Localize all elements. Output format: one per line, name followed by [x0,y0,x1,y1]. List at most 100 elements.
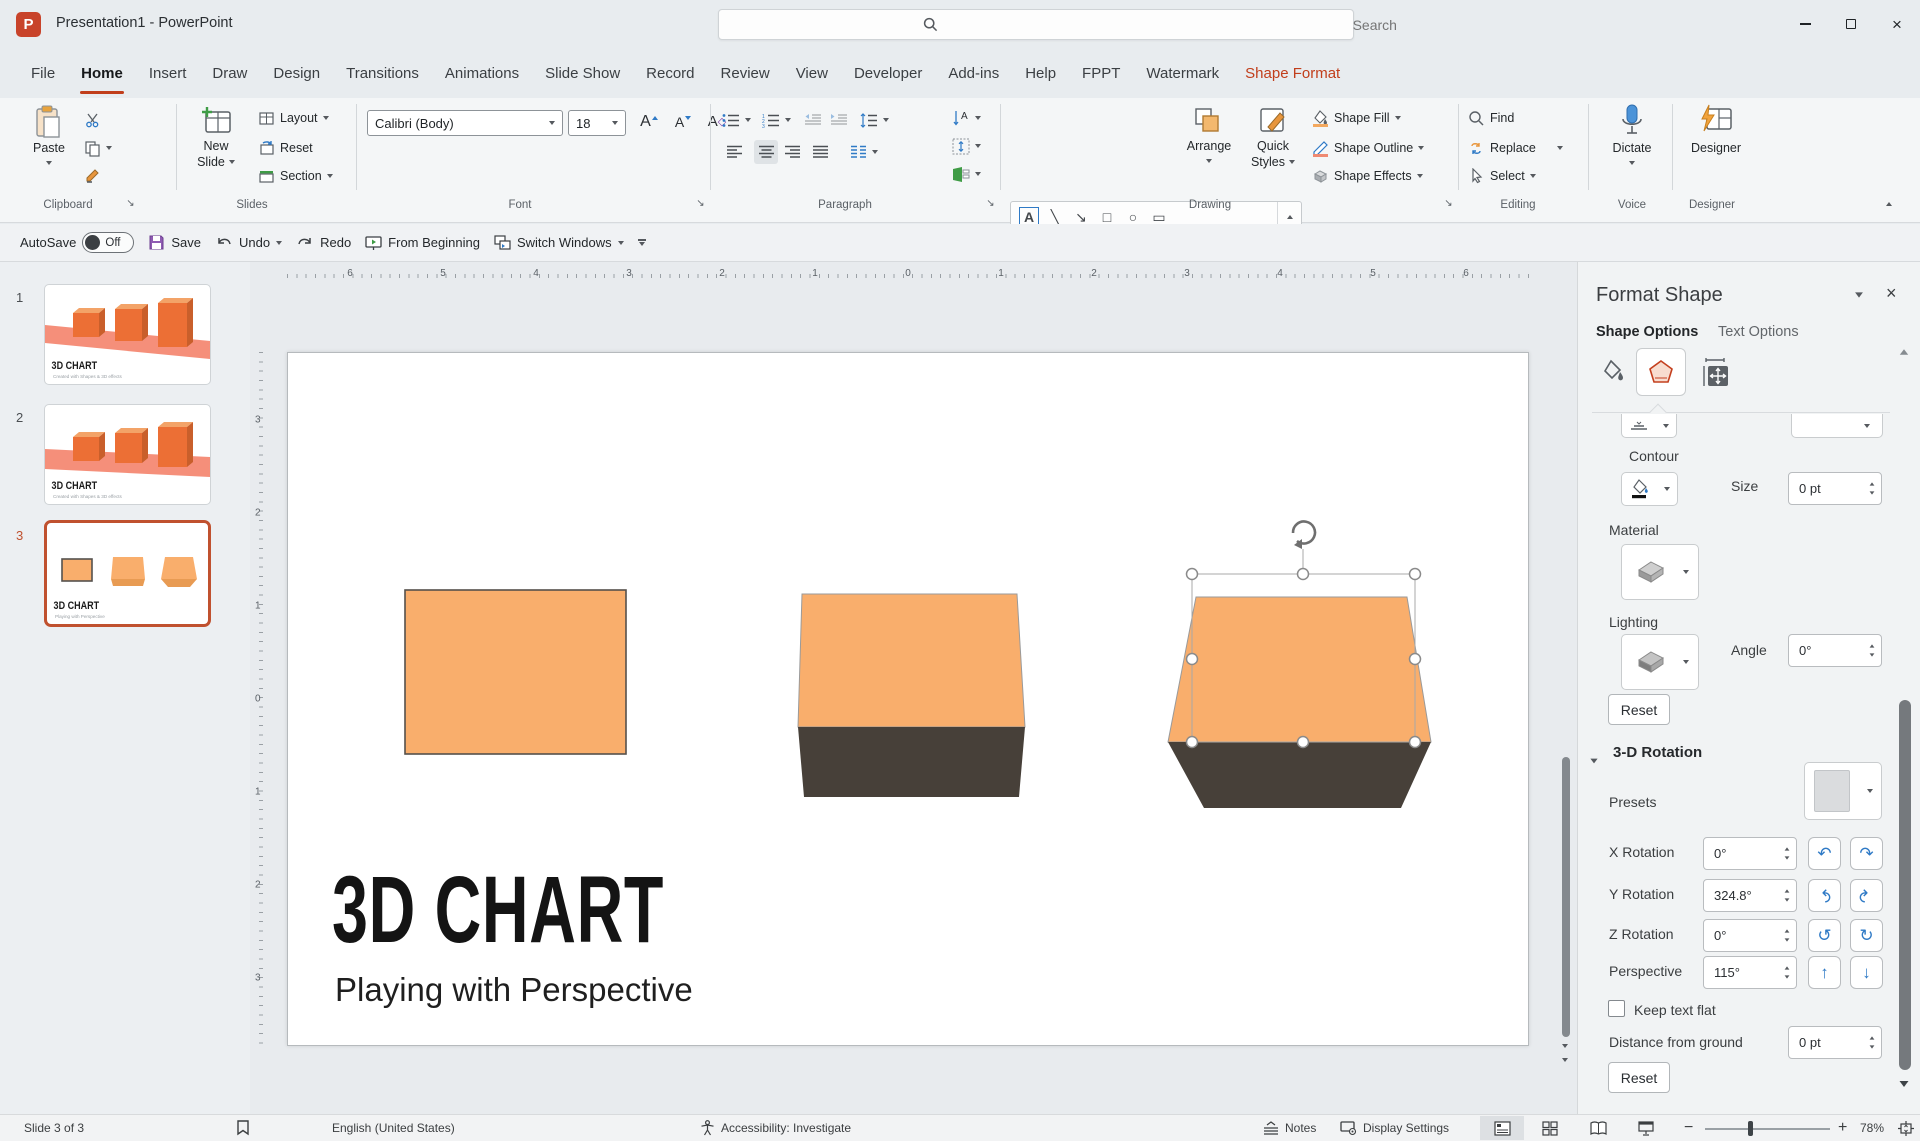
tab-design[interactable]: Design [260,48,333,98]
clipped-combo[interactable] [1791,414,1883,438]
find-button[interactable]: Find [1468,106,1514,130]
replace-button[interactable]: Replace [1468,136,1563,160]
reading-view-button[interactable] [1576,1116,1620,1140]
panel-close-icon[interactable]: × [1886,283,1897,304]
autosave-control[interactable]: AutoSave Off [20,232,134,253]
align-left-button[interactable] [726,140,743,164]
increase-indent-button[interactable] [830,108,847,132]
select-button[interactable]: Select [1468,164,1536,188]
copy-button[interactable] [84,136,112,160]
arrange-button[interactable]: Arrange [1180,105,1238,163]
zoom-slider-track[interactable] [1705,1128,1830,1130]
text-direction-button[interactable]: A [952,106,981,130]
rotation-handle[interactable] [1293,522,1315,549]
vertical-ruler[interactable]: 3 2 1 0 1 2 3 [253,352,269,1046]
columns-button[interactable] [850,140,878,164]
tab-developer[interactable]: Developer [841,48,935,98]
clipboard-dialog-launcher[interactable]: ↘ [124,197,137,210]
bullets-button[interactable] [722,108,751,132]
scroll-down-arrow[interactable] [1900,1081,1909,1087]
tab-record[interactable]: Record [633,48,707,98]
zoom-level[interactable]: 78% [1860,1115,1884,1141]
z-rotation-spinner[interactable]: 0° [1703,919,1797,952]
slide-sorter-view-button[interactable] [1528,1116,1572,1140]
font-size-combo[interactable]: 18 [568,110,626,136]
slide-thumbnail-1[interactable]: 3D CHART Created with Shapes & 3D effect… [44,284,211,385]
distance-from-ground-spinner[interactable]: 0 pt [1788,1026,1882,1059]
font-family-combo[interactable]: Calibri (Body) [367,110,563,136]
justify-button[interactable] [812,140,829,164]
decrease-indent-button[interactable] [804,108,821,132]
layout-button[interactable]: Layout [258,106,329,130]
search-box[interactable] [718,9,1354,40]
bevel-dropdown-clipped[interactable] [1621,414,1677,438]
zoom-in-button[interactable]: + [1838,1115,1847,1141]
panel-collapse-icon[interactable] [1855,292,1863,297]
scroll-up-arrow[interactable] [1900,349,1908,355]
perspective-spinner[interactable]: 115° [1703,956,1797,989]
panel-scrollbar[interactable] [1898,422,1912,1094]
canvas-scrollbar[interactable] [1561,262,1571,1114]
collapse-ribbon-button[interactable] [1886,193,1892,211]
shape-outline-button[interactable]: Shape Outline [1312,136,1424,160]
tab-view[interactable]: View [783,48,841,98]
accessibility-button[interactable]: Accessibility: Investigate [700,1115,851,1141]
contour-size-spinner[interactable]: 0 pt [1788,472,1882,505]
spinner-arrows[interactable] [1784,957,1790,988]
redo-button[interactable]: Redo [296,235,351,251]
y-rotate-down-button[interactable]: ↷ [1850,879,1883,912]
slide-show-button[interactable] [1624,1116,1668,1140]
spell-check-button[interactable] [236,1115,250,1141]
size-properties-tab[interactable] [1700,358,1730,388]
resize-handle-nw[interactable] [1187,569,1198,580]
shape-fill-button[interactable]: Shape Fill [1312,106,1401,130]
shape-flat-rectangle[interactable] [405,590,626,754]
align-text-button[interactable] [952,134,981,158]
new-slide-button[interactable]: New Slide [186,105,246,170]
section-button[interactable]: Section [258,164,333,188]
slide-subtitle-text[interactable]: Playing with Perspective [335,971,693,1009]
y-rotate-up-button[interactable]: ↶ [1808,879,1841,912]
lighting-angle-spinner[interactable]: 0° [1788,634,1882,667]
rotation-section-collapse-icon[interactable] [1591,750,1597,766]
fit-to-window-button[interactable] [1898,1115,1914,1141]
next-slide-button[interactable] [1562,1058,1568,1062]
shape-3d-box-selected[interactable] [1168,597,1431,808]
resize-handle-sw[interactable] [1187,737,1198,748]
resize-handle-n[interactable] [1298,569,1309,580]
lighting-dropdown[interactable] [1621,634,1699,690]
tab-slide-show[interactable]: Slide Show [532,48,633,98]
spinner-arrows[interactable] [1869,1027,1875,1058]
material-dropdown[interactable] [1621,544,1699,600]
font-dialog-launcher[interactable]: ↘ [694,197,707,210]
fill-line-tab[interactable] [1598,358,1626,386]
qat-overflow-button[interactable] [638,239,646,245]
rotation-presets-dropdown[interactable] [1804,762,1882,820]
format-painter-button[interactable] [84,164,101,188]
display-settings-button[interactable]: Display Settings [1340,1115,1449,1141]
resize-handle-e[interactable] [1410,654,1421,665]
line-spacing-button[interactable] [860,108,889,132]
align-center-button[interactable] [754,140,778,164]
previous-slide-button[interactable] [1562,1044,1568,1048]
increase-font-button[interactable]: A [634,108,664,135]
slide-indicator[interactable]: Slide 3 of 3 [24,1115,84,1141]
y-rotation-spinner[interactable]: 324.8° [1703,879,1797,912]
shape-effects-button[interactable]: Shape Effects [1312,164,1423,188]
tab-transitions[interactable]: Transitions [333,48,432,98]
tab-review[interactable]: Review [708,48,783,98]
autosave-toggle[interactable]: Off [82,232,134,253]
align-right-button[interactable] [784,140,801,164]
x-rotation-spinner[interactable]: 0° [1703,837,1797,870]
switch-windows-button[interactable]: Switch Windows [494,235,624,251]
tab-draw[interactable]: Draw [199,48,260,98]
slide-title-text[interactable]: 3D CHART [332,863,664,958]
slide-editing-surface[interactable]: 3D CHART Playing with Perspective [287,352,1529,1046]
slide-thumbnail-2[interactable]: 3D CHART Created with Shapes & 3D effect… [44,404,211,505]
maximize-button[interactable] [1828,0,1874,48]
tab-home[interactable]: Home [68,48,136,98]
spinner-arrows[interactable] [1869,635,1875,666]
spinner-arrows[interactable] [1784,838,1790,869]
contour-color-dropdown[interactable] [1621,472,1678,506]
x-rotate-left-button[interactable]: ↶ [1808,837,1841,870]
